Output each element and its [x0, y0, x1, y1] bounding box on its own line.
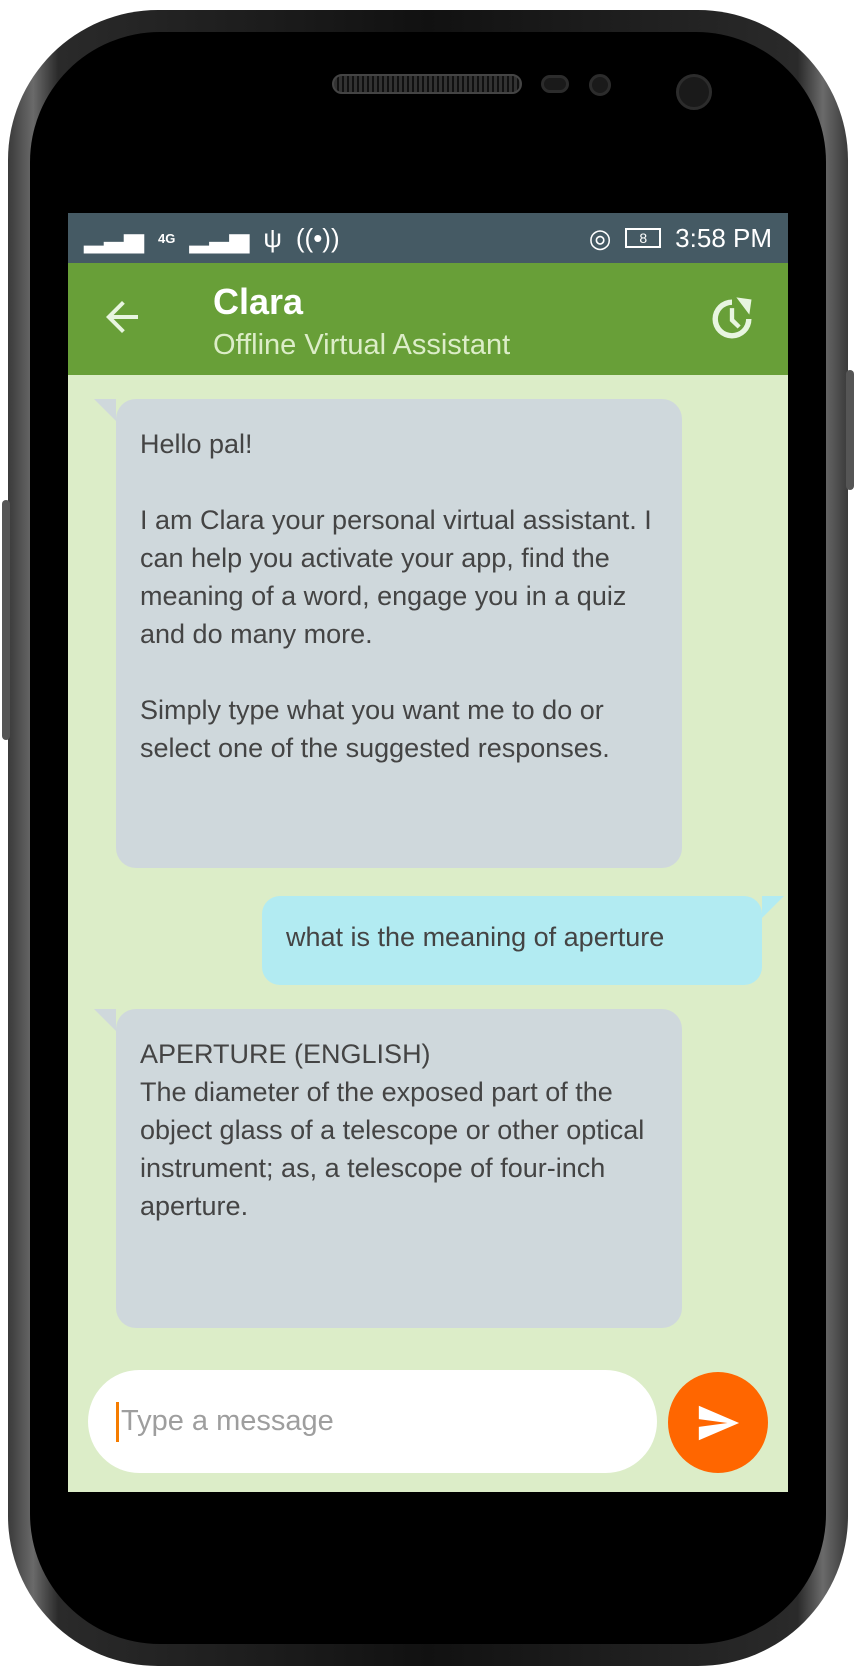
speaker-grille: [332, 74, 522, 94]
signal-icon: ▂▃▅: [189, 222, 250, 253]
message-input[interactable]: Type a message: [88, 1370, 657, 1473]
clock: 3:58 PM: [675, 222, 772, 253]
front-camera: [676, 74, 712, 110]
history-icon[interactable]: [706, 293, 758, 350]
power-button: [846, 370, 854, 490]
send-icon: [698, 1405, 740, 1440]
arrow-left-icon[interactable]: [98, 293, 146, 353]
chat-title: Clara: [213, 281, 304, 322]
text-caret: [116, 1401, 119, 1442]
user-message: what is the meaning of aperture: [262, 896, 784, 985]
battery-icon: 8: [625, 228, 662, 248]
usb-icon: ψ: [263, 222, 282, 253]
send-button[interactable]: [668, 1372, 768, 1473]
bot-message: Hello pal! I am Clara your personal virt…: [94, 399, 682, 868]
app-bar: Clara Offline Virtual Assistant: [68, 263, 788, 375]
network-type: 4G: [158, 230, 176, 246]
signal-icon: ▂▃▅: [84, 222, 144, 253]
status-bar: ▂▃▅ 4G ▂▃▅ ψ ((•)) ◎ 8 3:58 PM: [68, 213, 788, 263]
message-placeholder: Type a message: [121, 1405, 334, 1437]
volume-button: [2, 500, 10, 740]
sensor: [541, 75, 569, 93]
nfc-icon: ◎: [588, 222, 612, 253]
screen: ▂▃▅ 4G ▂▃▅ ψ ((•)) ◎ 8 3:58 PM Clara Off…: [68, 213, 788, 1492]
hotspot-icon: ((•)): [295, 222, 340, 253]
bot-message: APERTURE (ENGLISH) The diameter of the e…: [94, 1009, 682, 1328]
chat-subtitle: Offline Virtual Assistant: [213, 329, 511, 361]
sensor: [589, 74, 611, 96]
